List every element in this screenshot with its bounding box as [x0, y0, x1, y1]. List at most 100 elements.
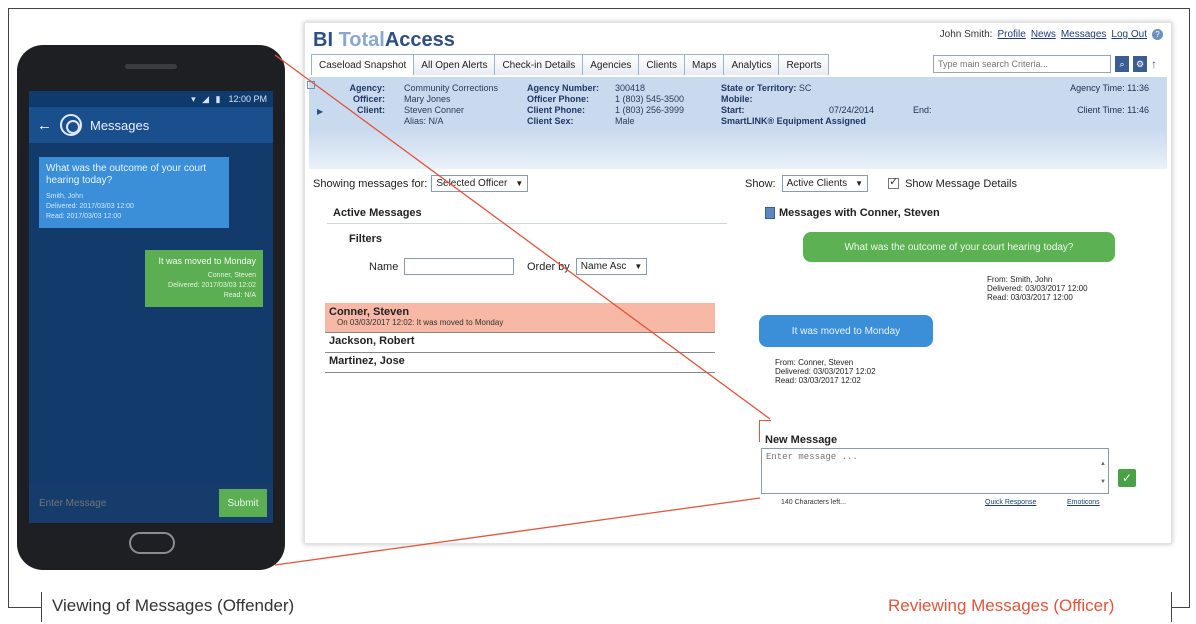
collapse-icon[interactable] — [307, 81, 315, 89]
user-name: John Smith: — [939, 29, 993, 40]
quick-response-link[interactable]: Quick Response — [985, 499, 1036, 506]
tab-all-open-alerts[interactable]: All Open Alerts — [413, 54, 496, 75]
order-by-row: Order by Name Asc ▼ — [527, 258, 648, 275]
client-time: Client Time: 11:46 — [1077, 105, 1149, 115]
order-by-label: Order by — [527, 260, 570, 273]
user-nav: John Smith: Profile News Messages Log Ou… — [940, 29, 1163, 40]
tab-agencies[interactable]: Agencies — [582, 54, 640, 75]
main-tabs: Caseload Snapshot All Open Alerts Check-… — [311, 54, 830, 75]
app-bar: ← Messages — [29, 107, 273, 143]
header-start-date: 07/24/2014 — [829, 105, 875, 115]
messages-link[interactable]: Messages — [1061, 29, 1107, 40]
settings-icon[interactable]: ⚙ — [1133, 56, 1147, 72]
phone-screen: ▾ ◢ ▮ 12:00 PM ← Messages What was the o… — [29, 91, 273, 523]
show-label: Show: — [745, 177, 776, 190]
phone-submit-button[interactable]: Submit — [219, 489, 267, 517]
phone-device: ▾ ◢ ▮ 12:00 PM ← Messages What was the o… — [17, 45, 285, 570]
logout-link[interactable]: Log Out — [1111, 29, 1147, 40]
client-message-bubble: It was moved to Monday — [759, 315, 933, 347]
chevron-down-icon: ▼ — [515, 179, 524, 188]
emoticons-link[interactable]: Emoticons — [1067, 499, 1100, 506]
active-messages-title: Active Messages — [333, 207, 422, 219]
header-values-col2: 300418 1 (803) 545-3500 1 (803) 256-3999… — [615, 83, 685, 126]
caption-left-line — [8, 607, 42, 608]
filters-label: Filters — [349, 233, 383, 245]
tab-check-in-details[interactable]: Check-in Details — [494, 54, 584, 75]
profile-link[interactable]: Profile — [997, 29, 1025, 40]
tab-maps[interactable]: Maps — [683, 54, 725, 75]
new-message-label: New Message — [765, 434, 838, 446]
incoming-message-text: What was the outcome of your court heari… — [46, 163, 207, 186]
chevron-down-icon: ▼ — [855, 179, 864, 188]
header-labels-col1: Agency: Officer: Client: — [349, 83, 385, 115]
header-labels-col2: Agency Number: Officer Phone: Client Pho… — [527, 83, 600, 126]
status-bar: ▾ ◢ ▮ 12:00 PM — [29, 91, 273, 107]
news-link[interactable]: News — [1031, 29, 1056, 40]
textarea-scroll-icon[interactable]: ▲ ▼ — [1100, 455, 1106, 491]
brand-logo: BI TotalAccess — [313, 29, 455, 51]
new-message-input[interactable] — [761, 448, 1109, 494]
caption-offender: Viewing of Messages (Offender) — [52, 596, 295, 615]
status-time: 12:00 PM — [228, 94, 267, 104]
main-search-input[interactable] — [933, 55, 1111, 73]
document-icon — [765, 207, 775, 219]
officer-message-meta: From: Smith, John Delivered: 03/03/2017 … — [987, 275, 1088, 302]
app-title: Messages — [90, 117, 150, 133]
signal-icons: ▾ ◢ ▮ — [191, 93, 223, 104]
new-message-marker — [759, 420, 760, 442]
tab-reports[interactable]: Reports — [778, 54, 830, 75]
order-by-select[interactable]: Name Asc ▼ — [575, 258, 648, 275]
officer-message-bubble: What was the outcome of your court heari… — [803, 232, 1115, 262]
outgoing-message-bubble: It was moved to Monday Conner, Steven De… — [145, 250, 263, 307]
list-item-jackson[interactable]: Jackson, Robert — [325, 333, 715, 353]
up-arrow-icon[interactable]: ↑ — [1151, 57, 1157, 71]
tab-analytics[interactable]: Analytics — [723, 54, 780, 75]
name-filter-row: Name — [369, 258, 515, 275]
phone-message-input[interactable] — [35, 490, 213, 516]
incoming-message-read: Read: 2017/03/03 12:00 — [46, 213, 122, 220]
search-icon[interactable]: ⌕ — [1115, 56, 1129, 72]
incoming-message-from: Smith, John — [46, 193, 83, 200]
divider — [327, 223, 727, 224]
client-message-list: Conner, Steven On 03/03/2017 12:02: It w… — [325, 303, 715, 373]
show-filter: Show: Active Clients▼ Show Message Detai… — [745, 175, 1017, 192]
frame-right-border — [1189, 8, 1190, 608]
chevron-down-icon: ▼ — [634, 262, 643, 271]
officer-select[interactable]: Selected Officer ▼ — [431, 175, 529, 192]
showing-label: Showing messages for: — [313, 177, 428, 190]
web-app-window: BI TotalAccess John Smith: Profile News … — [304, 22, 1172, 544]
show-details-checkbox[interactable] — [888, 175, 900, 189]
outgoing-message-from: Conner, Steven — [207, 272, 256, 279]
characters-left: 140 Characters left... — [781, 499, 846, 506]
show-select[interactable]: Active Clients ▼ — [781, 175, 869, 192]
help-icon[interactable]: ? — [1152, 29, 1163, 40]
list-item-conner[interactable]: Conner, Steven On 03/03/2017 12:02: It w… — [325, 303, 715, 333]
show-details-label: Show Message Details — [905, 177, 1017, 190]
phone-compose-bar: Submit — [29, 483, 273, 523]
incoming-message-delivered: Delivered: 2017/03/03 12:00 — [46, 203, 134, 210]
caption-left-tick — [41, 592, 42, 622]
send-check-icon[interactable]: ✓ — [1118, 469, 1136, 487]
tab-clients[interactable]: Clients — [638, 54, 685, 75]
client-message-meta: From: Conner, Steven Delivered: 03/03/20… — [775, 358, 876, 385]
name-filter-label: Name — [369, 260, 399, 273]
outgoing-message-read: Read: N/A — [223, 292, 256, 299]
frame-left-border — [8, 8, 9, 608]
search-area: ⌕ ⚙ ↑ — [933, 55, 1157, 73]
outgoing-message-text: It was moved to Monday — [158, 256, 256, 266]
back-arrow-icon[interactable]: ← — [37, 117, 52, 134]
header-values-col1: Community Corrections Mary Jones Steven … — [404, 83, 499, 126]
agency-time: Agency Time: 11:36 — [1070, 83, 1149, 93]
tab-caseload-snapshot[interactable]: Caseload Snapshot — [311, 54, 415, 75]
name-filter-input[interactable] — [404, 258, 515, 275]
incoming-message-bubble: What was the outcome of your court heari… — [39, 157, 229, 228]
expand-arrow-icon[interactable]: ▶ — [317, 107, 323, 116]
showing-messages-for: Showing messages for: Selected Officer ▼ — [313, 175, 529, 192]
frame-top-border — [8, 8, 1190, 9]
outgoing-message-delivered: Delivered: 2017/03/03 12:02 — [168, 282, 256, 289]
phone-speaker — [125, 64, 177, 69]
list-item-martinez[interactable]: Martinez, Jose — [325, 353, 715, 373]
caption-officer: Reviewing Messages (Officer) — [888, 596, 1115, 615]
header-end-label: End: — [913, 105, 932, 115]
phone-home-button[interactable] — [129, 532, 175, 554]
